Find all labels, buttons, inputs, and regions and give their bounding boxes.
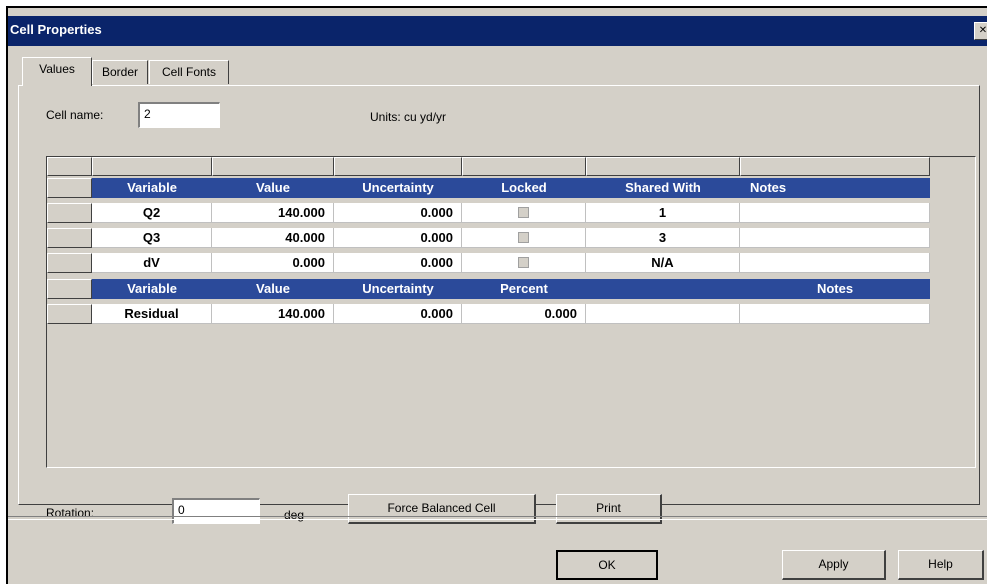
column-header[interactable] [740, 157, 930, 176]
grid-empty-column-area [932, 157, 975, 327]
cell-name-label: Cell name: [46, 108, 104, 122]
cell-notes[interactable] [740, 253, 930, 273]
header-locked: Locked [462, 178, 586, 198]
apply-button[interactable]: Apply [782, 550, 886, 580]
cell-notes[interactable] [740, 203, 930, 223]
header-blank [586, 279, 740, 299]
cell-locked[interactable] [462, 253, 586, 273]
header-uncertainty: Uncertainty [334, 279, 462, 299]
cell-locked[interactable] [462, 203, 586, 223]
cell-notes[interactable] [740, 228, 930, 248]
cell-shared-with[interactable]: 3 [586, 228, 740, 248]
row-header[interactable] [47, 279, 92, 299]
column-header[interactable] [334, 157, 462, 176]
header-shared-with: Shared With [586, 178, 740, 198]
cell-value[interactable]: 140.000 [212, 203, 334, 223]
header-value: Value [212, 178, 334, 198]
rotation-input[interactable]: 0 [172, 498, 260, 524]
cell-percent[interactable]: 0.000 [462, 304, 586, 324]
window-title: Cell Properties [10, 22, 102, 37]
row-header[interactable] [47, 253, 92, 273]
header-notes: Notes [740, 279, 930, 299]
cell-notes[interactable] [740, 304, 930, 324]
cell-locked[interactable] [462, 228, 586, 248]
cell-uncertainty[interactable]: 0.000 [334, 304, 462, 324]
close-icon[interactable]: ✕ [974, 22, 987, 40]
ok-button[interactable]: OK [556, 550, 658, 580]
tab-border[interactable]: Border [92, 60, 148, 84]
tab-label: Cell Fonts [161, 65, 217, 79]
cell-uncertainty[interactable]: 0.000 [334, 253, 462, 273]
help-button[interactable]: Help [898, 550, 984, 580]
tab-label: Border [101, 65, 139, 79]
tab-cell-fonts[interactable]: Cell Fonts [149, 60, 229, 84]
row-header[interactable] [47, 304, 92, 324]
units-label: Units: cu yd/yr [370, 110, 447, 124]
row-header[interactable] [47, 203, 92, 223]
locked-checkbox[interactable] [518, 232, 529, 243]
column-header[interactable] [462, 157, 586, 176]
cell-value[interactable]: 0.000 [212, 253, 334, 273]
cell-shared-with[interactable]: 1 [586, 203, 740, 223]
header-percent: Percent [462, 279, 586, 299]
column-header[interactable] [586, 157, 740, 176]
cell-variable[interactable]: Q2 [92, 203, 212, 223]
row-header[interactable] [47, 228, 92, 248]
title-bar[interactable] [8, 16, 987, 46]
column-header[interactable] [212, 157, 334, 176]
locked-checkbox[interactable] [518, 207, 529, 218]
cell-name-input[interactable]: 2 [138, 102, 220, 128]
separator [8, 516, 987, 520]
locked-checkbox[interactable] [518, 257, 529, 268]
cell-value[interactable]: 140.000 [212, 304, 334, 324]
cell-uncertainty[interactable]: 0.000 [334, 228, 462, 248]
cell-variable[interactable]: Residual [92, 304, 212, 324]
cell-blank[interactable] [586, 304, 740, 324]
header-variable: Variable [92, 178, 212, 198]
header-uncertainty: Uncertainty [334, 178, 462, 198]
cell-uncertainty[interactable]: 0.000 [334, 203, 462, 223]
grid-corner[interactable] [47, 157, 92, 176]
cell-value[interactable]: 40.000 [212, 228, 334, 248]
cell-variable[interactable]: Q3 [92, 228, 212, 248]
row-header[interactable] [47, 178, 92, 198]
header-notes: Notes [740, 178, 930, 198]
cell-variable[interactable]: dV [92, 253, 212, 273]
column-header[interactable] [92, 157, 212, 176]
tab-label: Values [39, 62, 75, 76]
header-variable: Variable [92, 279, 212, 299]
cell-shared-with[interactable]: N/A [586, 253, 740, 273]
header-value: Value [212, 279, 334, 299]
tab-values[interactable]: Values [22, 57, 92, 86]
